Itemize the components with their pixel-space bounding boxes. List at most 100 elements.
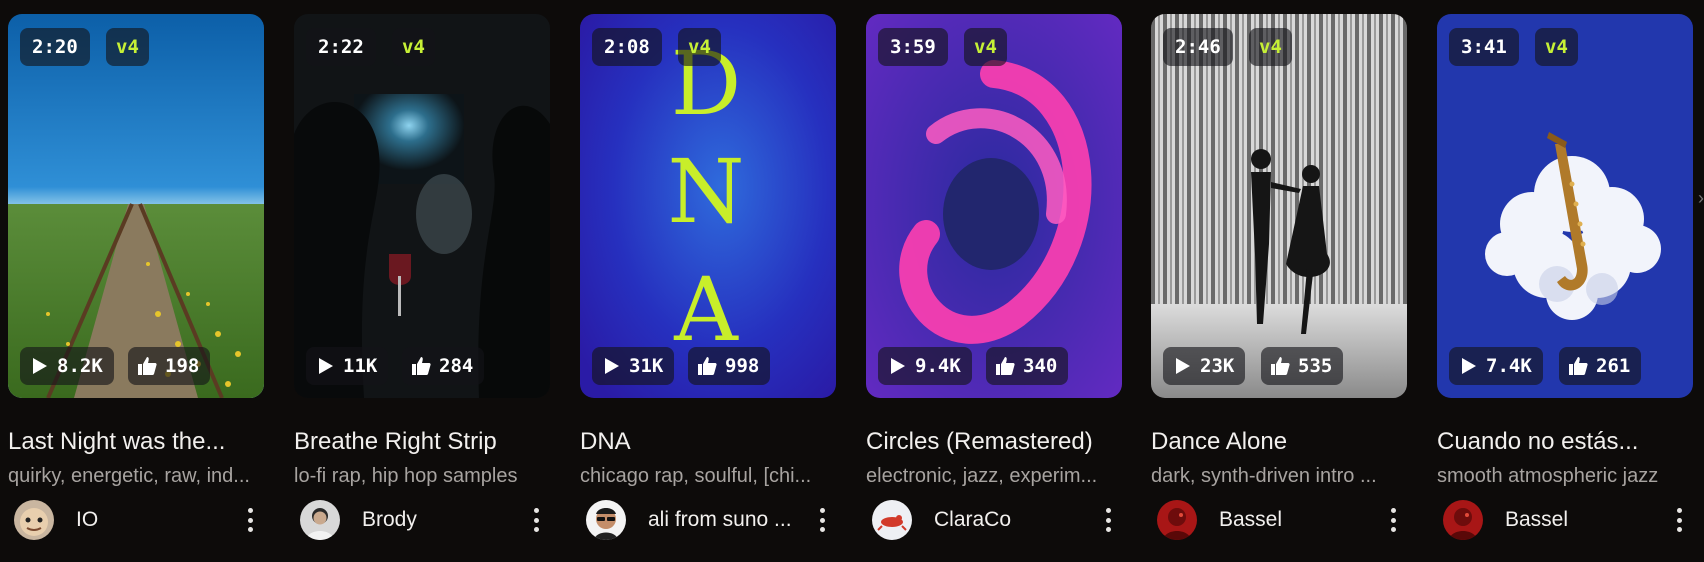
version-badge: v4: [106, 28, 149, 66]
sunglasses-person-avatar[interactable]: [586, 500, 626, 540]
version-badge: v4: [1249, 28, 1292, 66]
song-card[interactable]: D N A 2:08 v4 31K 998 DNA chicago rap, s…: [580, 14, 836, 540]
play-count[interactable]: 8.2K: [20, 347, 114, 385]
more-options-icon[interactable]: [1104, 508, 1112, 532]
pink-swirl-image: [866, 14, 1122, 398]
song-title[interactable]: Cuando no estás...: [1437, 428, 1693, 456]
thumbs-up-icon: [1271, 357, 1290, 375]
dancing-couple-image: [1151, 14, 1407, 398]
cover-letter-a: A: [673, 258, 739, 361]
song-card[interactable]: 2:22 v4 11K 284 Breathe Right Strip lo-f…: [294, 14, 550, 540]
play-count-value: 7.4K: [1486, 355, 1532, 377]
play-icon: [605, 358, 619, 374]
duration-badge: 3:41: [1449, 28, 1519, 66]
play-count[interactable]: 11K: [306, 347, 389, 385]
author-row: ali from suno ...: [580, 500, 836, 540]
song-cover[interactable]: 3:59 v4 9.4K 340: [866, 14, 1122, 398]
person-photo-avatar[interactable]: [300, 500, 340, 540]
play-icon: [891, 358, 905, 374]
song-tags: dark, synth-driven intro ...: [1151, 465, 1377, 487]
author-name[interactable]: ali from suno ...: [648, 508, 798, 532]
song-cover[interactable]: 2:46 v4 23K 535: [1151, 14, 1407, 398]
more-options-icon[interactable]: [1675, 508, 1683, 532]
like-count-value: 284: [439, 355, 474, 377]
play-icon: [1176, 358, 1190, 374]
dna-typography-image: D N A: [580, 14, 836, 398]
author-row: Bassel: [1437, 500, 1693, 540]
cover-letter-n: N: [668, 140, 745, 243]
song-card[interactable]: 3:59 v4 9.4K 340 Circles (Remastered) el…: [866, 14, 1122, 540]
play-count[interactable]: 31K: [592, 347, 675, 385]
cartoon-face-avatar[interactable]: [14, 500, 54, 540]
author-name[interactable]: Bassel: [1219, 508, 1369, 532]
author-name[interactable]: IO: [76, 508, 226, 532]
like-count-value: 198: [165, 355, 200, 377]
red-portrait-avatar[interactable]: [1443, 500, 1483, 540]
song-carousel: 2:20 v4 8.2K 198 Last Night was the... q…: [0, 0, 1704, 562]
like-count-value: 340: [1023, 355, 1058, 377]
play-icon: [33, 358, 47, 374]
more-options-icon[interactable]: [532, 508, 540, 532]
author-name[interactable]: ClaraCo: [934, 508, 1084, 532]
smoky-room-image: [294, 14, 550, 398]
author-name[interactable]: Brody: [362, 508, 512, 532]
song-tags: smooth atmospheric jazz: [1437, 465, 1659, 487]
red-figure-avatar[interactable]: [872, 500, 912, 540]
song-cover[interactable]: 3:41 v4 7.4K 261: [1437, 14, 1693, 398]
song-tags: chicago rap, soulful, [chi...: [580, 465, 812, 487]
play-icon: [1462, 358, 1476, 374]
thumbs-up-icon: [412, 357, 431, 375]
thumbs-up-icon: [138, 357, 157, 375]
version-badge: v4: [678, 28, 721, 66]
song-title[interactable]: Breathe Right Strip: [294, 428, 550, 456]
play-count-value: 9.4K: [915, 355, 961, 377]
like-count[interactable]: 998: [688, 347, 771, 385]
play-count-value: 23K: [1200, 355, 1235, 377]
author-row: Bassel: [1151, 500, 1407, 540]
version-badge: v4: [392, 28, 435, 66]
song-title[interactable]: DNA: [580, 428, 836, 456]
like-count-value: 261: [1596, 355, 1631, 377]
author-row: ClaraCo: [866, 500, 1122, 540]
song-cover[interactable]: 2:22 v4 11K 284: [294, 14, 550, 398]
red-portrait-avatar[interactable]: [1157, 500, 1197, 540]
like-count[interactable]: 261: [1559, 347, 1642, 385]
song-cover[interactable]: D N A 2:08 v4 31K 998: [580, 14, 836, 398]
author-row: Brody: [294, 500, 550, 540]
like-count-value: 998: [725, 355, 760, 377]
play-count-value: 11K: [343, 355, 378, 377]
like-count[interactable]: 340: [986, 347, 1069, 385]
more-options-icon[interactable]: [1389, 508, 1397, 532]
duration-badge: 2:08: [592, 28, 662, 66]
play-count[interactable]: 9.4K: [878, 347, 972, 385]
song-cover[interactable]: 2:20 v4 8.2K 198: [8, 14, 264, 398]
author-row: IO: [8, 500, 264, 540]
version-badge: v4: [1535, 28, 1578, 66]
play-count[interactable]: 23K: [1163, 347, 1246, 385]
railroad-field-image: [8, 14, 264, 398]
author-name[interactable]: Bassel: [1505, 508, 1655, 532]
play-count[interactable]: 7.4K: [1449, 347, 1543, 385]
play-icon: [319, 358, 333, 374]
thumbs-up-icon: [996, 357, 1015, 375]
thumbs-up-icon: [1569, 357, 1588, 375]
song-title[interactable]: Dance Alone: [1151, 428, 1407, 456]
saxophone-cloud-image: [1437, 14, 1693, 398]
like-count[interactable]: 284: [402, 347, 485, 385]
like-count[interactable]: 198: [128, 347, 211, 385]
like-count[interactable]: 535: [1261, 347, 1344, 385]
like-count-value: 535: [1298, 355, 1333, 377]
play-count-value: 31K: [629, 355, 664, 377]
song-tags: lo-fi rap, hip hop samples: [294, 465, 518, 487]
song-tags: electronic, jazz, experim...: [866, 465, 1098, 487]
song-card[interactable]: 2:20 v4 8.2K 198 Last Night was the... q…: [8, 14, 264, 540]
duration-badge: 2:46: [1163, 28, 1233, 66]
song-card[interactable]: 3:41 v4 7.4K 261 Cuando no estás... smoo…: [1437, 14, 1693, 540]
more-options-icon[interactable]: [246, 508, 254, 532]
song-title[interactable]: Last Night was the...: [8, 428, 264, 456]
more-options-icon[interactable]: [818, 508, 826, 532]
carousel-next-chevron-icon[interactable]: ›: [1698, 188, 1704, 228]
song-title[interactable]: Circles (Remastered): [866, 428, 1122, 456]
play-count-value: 8.2K: [57, 355, 103, 377]
song-card[interactable]: 2:46 v4 23K 535 Dance Alone dark, synth-…: [1151, 14, 1407, 540]
